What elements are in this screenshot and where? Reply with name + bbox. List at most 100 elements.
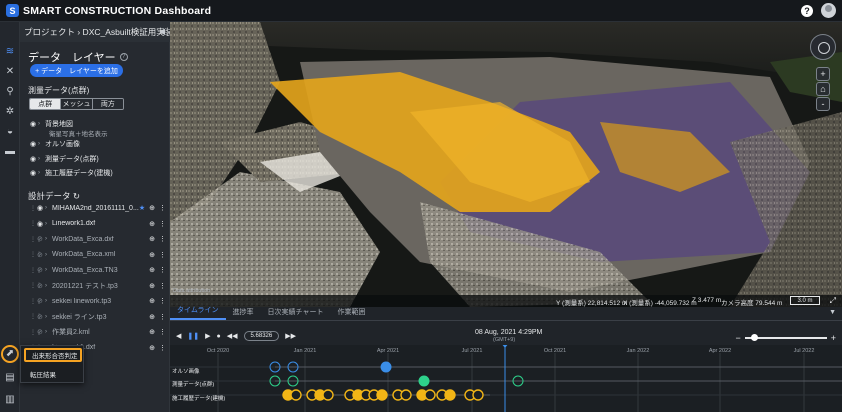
visibility-eye-icon[interactable]: ⊘ (37, 282, 45, 290)
design-row[interactable]: ⋮⋮ ⊘ › 作業員2.kml ⊕ ⋮ (30, 326, 166, 338)
design-row[interactable]: ⋮⋮ ⊘ › sekkei ライン.tp3 ⊕ ⋮ (30, 311, 166, 323)
drag-handle-icon[interactable]: ⋮⋮ (30, 220, 42, 227)
more-menu-icon[interactable]: ⋮ (159, 235, 166, 243)
step-back-icon[interactable]: ◀ (176, 332, 181, 340)
design-row[interactable]: ⋮⋮ ⊘ › sekkei linework.tp3 ⊕ ⋮ (30, 295, 166, 307)
zoom-to-icon[interactable]: ⊕ (149, 282, 155, 290)
more-menu-icon[interactable]: ⋮ (159, 282, 166, 290)
zoom-in-button[interactable]: + (816, 67, 830, 81)
menu-item-asbuilt-check[interactable]: 出来形合否判定 (24, 348, 82, 362)
stop-icon[interactable]: ● (217, 333, 221, 340)
design-row[interactable]: ⋮⋮ ⊘ › WorkData_Exca.xml ⊕ ⋮ (30, 249, 166, 261)
machine-icon[interactable]: ◒ (4, 126, 16, 138)
more-menu-icon[interactable]: ⋮ (159, 266, 166, 274)
layers-icon[interactable]: ≋ (4, 46, 16, 58)
layer-row-machine[interactable]: ◉ › 施工履歴データ(建機) (30, 167, 166, 179)
tab-daily-chart[interactable]: 日次実績チャート (261, 307, 331, 320)
compass-icon[interactable] (810, 34, 836, 60)
more-menu-icon[interactable]: ⋮ (159, 328, 166, 336)
help-icon[interactable]: ? (801, 4, 813, 17)
drag-handle-icon[interactable]: ⋮⋮ (30, 236, 42, 243)
pause-icon[interactable]: ❚❚ (187, 332, 199, 340)
expand-caret-icon[interactable]: › (45, 329, 52, 335)
zoom-to-icon[interactable]: ⊕ (149, 266, 155, 274)
data-attribution[interactable]: Data attribution (173, 288, 210, 294)
user-avatar[interactable] (821, 3, 836, 18)
expand-caret-icon[interactable]: › (38, 121, 45, 127)
drag-handle-icon[interactable]: ⋮⋮ (30, 298, 42, 305)
drag-handle-icon[interactable]: ⋮⋮ (30, 282, 42, 289)
breadcrumb[interactable]: プロジェクト › DXC_Asbuilt検証用実装 › ◀ (20, 22, 170, 42)
design-row[interactable]: ⋮⋮ ⊘ › 20201221 テスト.tp3 ⊕ ⋮ (30, 280, 166, 292)
expand-caret-icon[interactable]: › (38, 170, 45, 176)
design-row[interactable]: ⋮⋮ ◉ › MIHAMA2nd_20161111_0... ★ ⊕ ⋮ (30, 202, 166, 214)
zoom-to-icon[interactable]: ⊕ (149, 297, 155, 305)
add-data-layer-button[interactable]: + データ レイヤーを追加 (30, 64, 123, 77)
drag-handle-icon[interactable]: ⋮⋮ (30, 329, 42, 336)
visibility-eye-icon[interactable]: ◉ (37, 220, 45, 228)
expand-caret-icon[interactable]: › (45, 252, 52, 258)
more-menu-icon[interactable]: ⋮ (159, 344, 166, 352)
timeline-zoom-knob[interactable] (750, 334, 758, 341)
visibility-eye-icon[interactable]: ⊘ (37, 313, 45, 321)
timeline-zoom-out[interactable]: − (735, 333, 740, 343)
expand-caret-icon[interactable]: › (45, 267, 52, 273)
design-row[interactable]: ⋮⋮ ◉ › Linework1.dxf ⊕ ⋮ (30, 218, 166, 230)
zoom-to-icon[interactable]: ⊕ (149, 204, 155, 212)
drag-handle-icon[interactable]: ⋮⋮ (30, 267, 42, 274)
playback-speed[interactable]: 5.68326 (243, 331, 280, 341)
timeline-zoom-slider[interactable] (744, 334, 827, 341)
document-icon[interactable]: ▤ (4, 372, 16, 384)
play-icon[interactable]: ▶ (205, 332, 210, 340)
expand-caret-icon[interactable]: › (45, 236, 52, 242)
collapse-timeline-icon[interactable]: ▼ (829, 309, 836, 316)
segment-both[interactable]: 両方 (92, 99, 123, 109)
fullscreen-icon[interactable]: ⤢ (830, 296, 836, 306)
home-view-button[interactable]: ⌂ (816, 82, 830, 96)
visibility-eye-icon[interactable]: ⊘ (37, 266, 45, 274)
expand-caret-icon[interactable]: › (38, 156, 45, 162)
more-menu-icon[interactable]: ⋮ (159, 251, 166, 259)
design-row[interactable]: ⋮⋮ ⊘ › WorkData_Exca.dxf ⊕ ⋮ (30, 233, 166, 245)
timeline-tracks[interactable]: Oct 2020 Jan 2021 Apr 2021 Jul 2021 Oct 2021… (170, 345, 842, 412)
visibility-eye-icon[interactable]: ◉ (37, 204, 45, 212)
expand-caret-icon[interactable]: › (45, 298, 52, 304)
visibility-eye-icon[interactable]: ◉ (30, 140, 38, 148)
more-menu-icon[interactable]: ⋮ (159, 220, 166, 228)
info-icon[interactable]: ? (119, 53, 128, 61)
expand-caret-icon[interactable]: › (45, 314, 52, 320)
layer-row-survey[interactable]: ◉ › 測量データ(点群) (30, 153, 166, 165)
zoom-to-icon[interactable]: ⊕ (149, 313, 155, 321)
more-menu-icon[interactable]: ⋮ (159, 313, 166, 321)
visibility-eye-icon[interactable]: ◉ (30, 120, 38, 128)
fast-forward-icon[interactable]: ▶▶ (285, 332, 296, 340)
segment-pointcloud[interactable]: 点群 (30, 99, 62, 109)
rewind-icon[interactable]: ◀◀ (227, 332, 238, 340)
zoom-out-button[interactable]: - (816, 97, 830, 111)
tab-progress[interactable]: 進捗率 (226, 307, 261, 320)
settings-icon[interactable]: ✲ (4, 106, 16, 118)
drag-handle-icon[interactable]: ⋮⋮ (30, 251, 42, 258)
segment-mesh[interactable]: メッシュ (61, 99, 93, 109)
visibility-eye-icon[interactable]: ⊘ (37, 328, 45, 336)
design-row[interactable]: ⋮⋮ ⊘ › WorkData_Exca.TN3 ⊕ ⋮ (30, 264, 166, 276)
tools-icon[interactable]: ✕ (4, 66, 16, 78)
visibility-eye-icon[interactable]: ⊘ (37, 251, 45, 259)
star-icon[interactable]: ★ (139, 204, 145, 212)
expand-caret-icon[interactable]: › (45, 205, 52, 211)
report-icon[interactable]: ▥ (4, 394, 16, 406)
tab-work-area[interactable]: 作業範囲 (330, 307, 372, 320)
3d-viewport[interactable]: + ⌂ - Data attribution Y (測量系) 22,814.51… (170, 22, 842, 307)
zoom-to-icon[interactable]: ⊕ (149, 220, 155, 228)
expand-caret-icon[interactable]: › (45, 283, 52, 289)
refresh-icon[interactable]: ↻ (73, 191, 80, 201)
drag-handle-icon[interactable]: ⋮⋮ (30, 313, 42, 320)
visibility-eye-icon[interactable]: ⊘ (37, 297, 45, 305)
expand-caret-icon[interactable]: › (45, 221, 52, 227)
visibility-eye-icon[interactable]: ◉ (30, 169, 38, 177)
more-menu-icon[interactable]: ⋮ (159, 204, 166, 212)
zoom-to-icon[interactable]: ⊕ (149, 251, 155, 259)
collapse-panel-icon[interactable]: ◀ (159, 27, 165, 36)
export-icon[interactable]: ⬈ (4, 348, 16, 360)
expand-caret-icon[interactable]: › (38, 141, 45, 147)
